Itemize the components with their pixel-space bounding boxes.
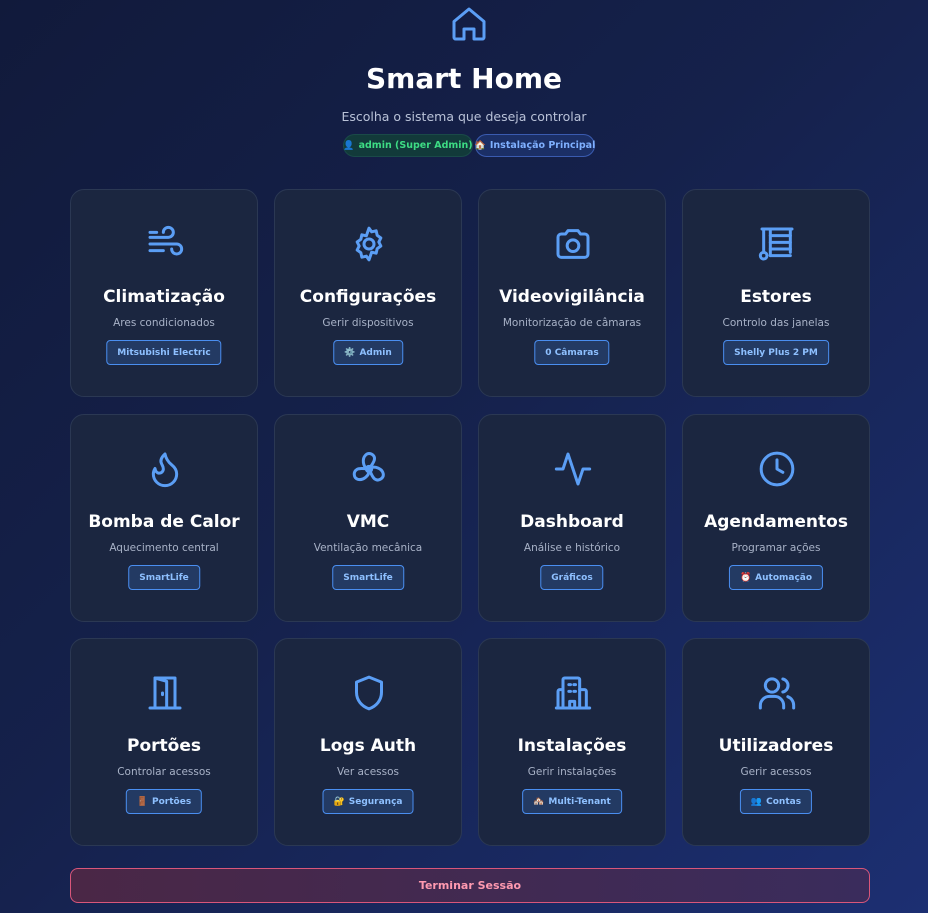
card-instalacoes[interactable]: Instalações Gerir instalações 🏘️ Multi-Te… (478, 638, 666, 846)
card-title: Portões (127, 736, 201, 756)
shield-icon (349, 673, 389, 713)
card-title: Configurações (299, 287, 437, 307)
card-badge: 🚪 Portões (125, 789, 203, 814)
card-title: VMC (346, 512, 390, 532)
card-portoes[interactable]: Portões Controlar acessos 🚪 Portões (70, 638, 258, 846)
card-climatizacao[interactable]: Climatização Ares condicionados Mitsubis… (70, 189, 258, 397)
activity-icon (553, 449, 593, 489)
door-icon (145, 673, 185, 713)
card-vmc[interactable]: VMC Ventilação mecânica SmartLife (274, 414, 462, 622)
card-agendamentos[interactable]: Agendamentos Programar ações ⏰ Automação (682, 414, 870, 622)
card-badge-label: SmartLife (343, 572, 393, 583)
badge-emoji: ⏰ (739, 572, 752, 583)
home-icon (449, 4, 489, 44)
fan-icon (349, 449, 389, 489)
card-title: Agendamentos (704, 512, 848, 532)
wind-icon (145, 224, 185, 264)
badge-emoji: 🚪 (136, 796, 149, 807)
card-configuracoes[interactable]: Configurações Gerir dispositivos ⚙️ Admin (274, 189, 462, 397)
badge-emoji: 👥 (750, 796, 763, 807)
badge-emoji: 🏘️ (533, 796, 545, 807)
card-badge-label: Contas (766, 796, 802, 807)
user-badge: 👤 admin (Super Admin) (343, 134, 473, 157)
card-description: Programar ações (731, 542, 821, 554)
card-badge: 👥 Contas (739, 789, 813, 814)
badge-emoji: ⚙️ (344, 347, 356, 358)
card-badge: SmartLife (128, 565, 200, 590)
card-badge: 🔐 Segurança (322, 789, 414, 814)
card-title: Climatização (103, 287, 225, 307)
card-title: Estores (740, 287, 812, 307)
card-badge-label: Automação (755, 572, 813, 583)
card-badge: 🏘️ Multi-Tenant (522, 789, 622, 814)
card-badge-label: Portões (152, 796, 192, 807)
user-icon: 👤 (343, 140, 355, 151)
card-description: Gerir dispositivos (322, 317, 414, 329)
building-icon (553, 673, 593, 713)
card-badge-label: Segurança (348, 796, 403, 807)
card-badge: Mitsubishi Electric (106, 340, 222, 365)
card-description: Aquecimento central (109, 542, 219, 554)
card-badge: 0 Câmaras (534, 340, 610, 365)
card-title: Instalações (517, 736, 627, 756)
card-description: Análise e histórico (523, 542, 621, 554)
card-utilizadores[interactable]: Utilizadores Gerir acessos 👥 Contas (682, 638, 870, 846)
installation-badge[interactable]: 🏠 Instalação Principal (475, 134, 595, 157)
page-title: Smart Home (365, 62, 562, 95)
card-description: Controlo das janelas (722, 317, 830, 329)
blinds-icon (757, 224, 797, 264)
card-badge: SmartLife (332, 565, 404, 590)
card-estores[interactable]: Estores Controlo das janelas Shelly Plus… (682, 189, 870, 397)
card-videovigilancia[interactable]: Videovigilância Monitorização de câmaras… (478, 189, 666, 397)
card-badge: Gráficos (540, 565, 604, 590)
card-badge-label: SmartLife (139, 572, 189, 583)
card-badge-label: Gráficos (551, 572, 593, 583)
card-description: Ares condicionados (113, 317, 215, 329)
card-description: Monitorização de câmaras (502, 317, 642, 329)
page-subtitle: Escolha o sistema que deseja controlar (341, 109, 587, 124)
card-badge: ⏰ Automação (728, 565, 824, 590)
camera-icon (553, 224, 593, 264)
card-description: Gerir acessos (740, 766, 812, 778)
flame-icon (145, 449, 185, 489)
card-badge-label: Mitsubishi Electric (117, 347, 211, 358)
card-title: Dashboard (520, 512, 624, 532)
card-description: Controlar acessos (117, 766, 211, 778)
card-logs-auth[interactable]: Logs Auth Ver acessos 🔐 Segurança (274, 638, 462, 846)
card-badge: Shelly Plus 2 PM (723, 340, 829, 365)
card-description: Gerir instalações (527, 766, 617, 778)
card-badge-label: 0 Câmaras (545, 347, 599, 358)
card-description: Ventilação mecânica (313, 542, 423, 554)
clock-icon (757, 449, 797, 489)
card-description: Ver acessos (337, 766, 399, 778)
card-badge-label: Shelly Plus 2 PM (734, 347, 818, 358)
card-title: Logs Auth (319, 736, 417, 756)
card-title: Utilizadores (718, 736, 834, 756)
card-badge-label: Admin (359, 347, 392, 358)
card-badge: ⚙️ Admin (333, 340, 403, 365)
gear-icon (349, 224, 389, 264)
house-icon: 🏠 (474, 140, 486, 151)
card-bomba-de-calor[interactable]: Bomba de Calor Aquecimento central Smart… (70, 414, 258, 622)
logout-button[interactable]: Terminar Sessão (70, 868, 870, 903)
card-dashboard[interactable]: Dashboard Análise e histórico Gráficos (478, 414, 666, 622)
card-title: Videovigilância (499, 287, 645, 307)
badge-emoji: 🔐 (333, 796, 345, 807)
user-badge-label: admin (Super Admin) (358, 140, 473, 151)
card-badge-label: Multi-Tenant (548, 796, 611, 807)
installation-badge-label: Instalação Principal (489, 140, 596, 151)
users-icon (757, 673, 797, 713)
card-title: Bomba de Calor (88, 512, 240, 532)
